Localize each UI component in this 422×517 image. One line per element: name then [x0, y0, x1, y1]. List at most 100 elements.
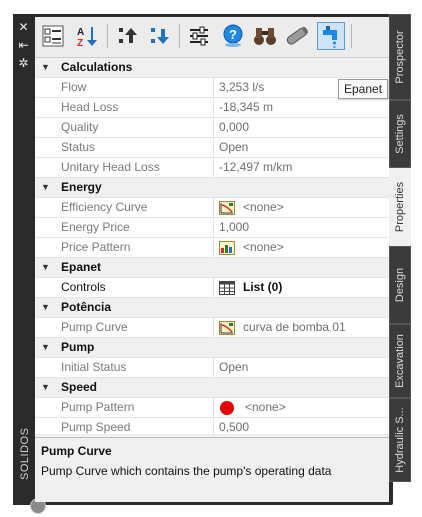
property-name: Pump Speed — [61, 420, 131, 434]
tab-design[interactable]: Design — [389, 246, 411, 324]
autohide-icon[interactable]: ⇤ — [13, 38, 34, 52]
properties-menu-icon[interactable]: ✲ — [13, 56, 34, 70]
column-divider — [213, 278, 214, 297]
property-row-energy-price[interactable]: Energy Price 1,000 — [35, 218, 389, 238]
property-name: Controls — [61, 280, 106, 294]
filter-settings-button[interactable] — [185, 22, 213, 50]
category-calculations[interactable]: ▼ Calculations — [35, 58, 389, 78]
column-divider — [213, 138, 214, 157]
tab-label: Excavation — [394, 334, 406, 388]
tooltip: Epanet — [338, 79, 389, 99]
collapse-icon[interactable]: ▼ — [41, 378, 50, 397]
help-icon: ? — [223, 24, 243, 47]
property-row-price-pattern[interactable]: Price Pattern <none> — [35, 238, 389, 258]
pipe-icon — [286, 26, 309, 45]
tab-hydraulic[interactable]: Hydraulic S... — [389, 398, 411, 482]
property-value: Open — [219, 140, 249, 154]
property-value: 1,000 — [219, 220, 250, 234]
property-name: Price Pattern — [61, 240, 131, 254]
table-icon — [219, 280, 235, 295]
property-value: Open — [219, 360, 249, 374]
category-label: Potência — [61, 300, 112, 314]
pipe-button[interactable] — [283, 22, 311, 50]
category-energy[interactable]: ▼ Energy — [35, 178, 389, 198]
property-value: -12,497 m/km — [219, 160, 293, 174]
property-row-flow[interactable]: Flow 3,253 l/s — [35, 78, 389, 98]
column-divider — [213, 158, 214, 177]
palette-title: SOLIDOS — [19, 427, 31, 480]
property-row-efficiency-curve[interactable]: Efficiency Curve <none> — [35, 198, 389, 218]
close-icon[interactable]: ✕ — [13, 20, 34, 34]
property-row-unitary-head-loss[interactable]: Unitary Head Loss -12,497 m/km — [35, 158, 389, 178]
category-speed[interactable]: ▼ Speed — [35, 378, 389, 398]
property-row-initial-status[interactable]: Initial Status Open — [35, 358, 389, 378]
description-text: Pump Curve which contains the pump's ope… — [41, 464, 332, 478]
column-divider — [213, 78, 214, 97]
property-row-pump-pattern[interactable]: Pump Pattern <none> — [35, 398, 389, 418]
column-divider — [213, 218, 214, 237]
collapse-icon[interactable]: ▼ — [41, 298, 50, 317]
pattern-icon — [219, 240, 235, 255]
property-row-pump-speed[interactable]: Pump Speed 0,500 — [35, 418, 389, 434]
property-name: Energy Price — [61, 220, 130, 234]
tab-prospector[interactable]: Prospector — [389, 14, 411, 100]
find-button[interactable] — [251, 22, 279, 50]
category-label: Pump — [61, 340, 95, 354]
property-name: Flow — [61, 80, 87, 94]
column-divider — [213, 118, 214, 137]
curve-icon — [219, 200, 235, 215]
description-title: Pump Curve — [41, 444, 112, 458]
collapse-icon[interactable]: ▼ — [41, 258, 50, 277]
column-divider — [213, 318, 214, 337]
property-row-status[interactable]: Status Open — [35, 138, 389, 158]
property-value: <none> — [245, 400, 286, 414]
tab-settings[interactable]: Settings — [389, 100, 411, 168]
palette-titlebar: ✕ ⇤ ✲ SOLIDOS — [13, 14, 46, 514]
property-value: 3,253 l/s — [219, 80, 265, 94]
categorized-view-button[interactable] — [39, 22, 67, 50]
category-pump[interactable]: ▼ Pump — [35, 338, 389, 358]
epanet-button[interactable] — [317, 22, 345, 50]
column-divider — [213, 198, 214, 217]
column-divider — [213, 398, 214, 417]
category-epanet[interactable]: ▼ Epanet — [35, 258, 389, 278]
binoculars-icon — [254, 28, 276, 45]
move-down-icon — [151, 28, 169, 44]
category-potencia[interactable]: ▼ Potência — [35, 298, 389, 318]
category-label: Calculations — [61, 60, 133, 74]
property-name: Pump Pattern — [61, 400, 135, 414]
collapse-icon[interactable]: ▼ — [41, 58, 50, 77]
collapse-icon[interactable]: ▼ — [41, 338, 50, 357]
property-value: List (0) — [243, 280, 283, 294]
property-name: Efficiency Curve — [61, 200, 148, 214]
collapse-icon[interactable]: ▼ — [41, 178, 50, 197]
property-value: -18,345 m — [219, 100, 274, 114]
svg-text:?: ? — [229, 27, 237, 42]
faucet-icon — [323, 26, 337, 48]
tab-label: Hydraulic S... — [394, 407, 406, 473]
property-name: Initial Status — [61, 360, 127, 374]
property-value: 0,500 — [219, 420, 250, 434]
move-up-button[interactable] — [113, 22, 141, 50]
move-down-button[interactable] — [145, 22, 173, 50]
tab-properties[interactable]: Properties — [389, 168, 411, 246]
property-value: <none> — [243, 240, 284, 254]
property-row-pump-curve[interactable]: Pump Curve curva de bomba 01 — [35, 318, 389, 338]
column-divider — [213, 418, 214, 434]
curve-icon — [219, 320, 235, 335]
move-up-icon — [119, 28, 137, 43]
tab-label: Prospector — [394, 30, 406, 84]
sort-az-icon: A Z — [77, 27, 97, 47]
property-row-quality[interactable]: Quality 0,000 — [35, 118, 389, 138]
toolbar-separator — [351, 24, 352, 48]
tab-label: Design — [394, 267, 406, 303]
column-divider — [213, 358, 214, 377]
help-button[interactable]: ? — [219, 22, 247, 50]
tab-excavation[interactable]: Excavation — [389, 324, 411, 398]
property-row-controls[interactable]: Controls List (0) — [35, 278, 389, 298]
property-row-head-loss[interactable]: Head Loss -18,345 m — [35, 98, 389, 118]
alphabetical-sort-button[interactable]: A Z — [73, 22, 101, 50]
category-label: Energy — [61, 180, 102, 194]
column-divider — [213, 238, 214, 257]
property-value: 0,000 — [219, 120, 250, 134]
